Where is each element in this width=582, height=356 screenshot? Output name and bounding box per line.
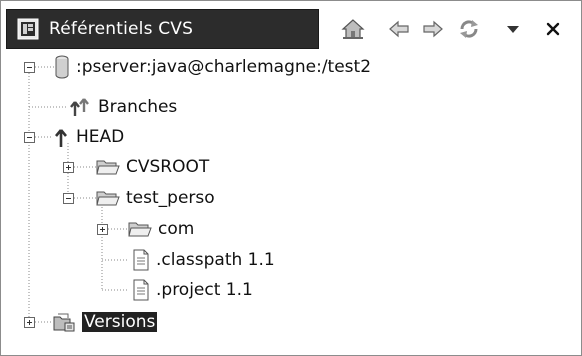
tree-item-head[interactable]: HEAD xyxy=(52,122,124,152)
classpath-label: .classpath 1.1 xyxy=(156,250,275,270)
close-icon xyxy=(546,22,560,36)
versions-icon xyxy=(53,313,75,332)
tree-item-classpath[interactable]: .classpath 1.1 xyxy=(132,245,275,275)
tree-item-com[interactable]: com xyxy=(128,214,194,244)
view-tab[interactable]: Référentiels CVS xyxy=(6,9,319,49)
head-label: HEAD xyxy=(76,127,125,147)
tree-item-test-perso[interactable]: test_perso xyxy=(96,183,215,213)
forward-arrow-icon xyxy=(423,20,443,38)
tree-item-project[interactable]: .project 1.1 xyxy=(132,275,253,305)
folder-icon xyxy=(96,160,120,175)
tree-item-repository[interactable]: :pserver:java@charlemagne:/test2 xyxy=(54,52,371,82)
expand-toggle-versions[interactable] xyxy=(24,317,35,328)
forward-button[interactable] xyxy=(418,15,448,43)
tree-item-versions[interactable]: Versions xyxy=(52,307,158,337)
file-icon xyxy=(133,279,149,301)
repository-icon xyxy=(55,55,69,79)
view-title-bar: Référentiels CVS xyxy=(2,2,580,53)
expand-toggle-cvsroot[interactable] xyxy=(63,162,74,173)
file-icon xyxy=(133,249,149,271)
view-menu-button[interactable] xyxy=(498,15,528,43)
home-icon xyxy=(341,19,365,39)
test-perso-label: test_perso xyxy=(126,188,215,208)
open-folder-icon xyxy=(96,191,120,206)
collapse-toggle-test-perso[interactable] xyxy=(63,193,74,204)
folder-icon xyxy=(128,222,152,237)
tree-item-branches[interactable]: Branches xyxy=(68,92,177,122)
cvs-repositories-view: Référentiels CVS:pserver:java@charlemag… xyxy=(0,0,582,356)
collapse-toggle-repository[interactable] xyxy=(24,62,35,73)
back-button[interactable] xyxy=(384,15,414,43)
home-button[interactable] xyxy=(338,15,368,43)
project-label: .project 1.1 xyxy=(156,280,253,300)
view-menu-icon xyxy=(507,26,519,33)
expand-toggle-com[interactable] xyxy=(97,224,108,235)
tree-item-cvsroot[interactable]: CVSROOT xyxy=(96,152,209,182)
collapse-toggle-head[interactable] xyxy=(24,132,35,143)
view-title: Référentiels CVS xyxy=(49,19,194,39)
refresh-button[interactable] xyxy=(454,15,484,43)
branches-icon xyxy=(70,98,89,116)
refresh-icon xyxy=(460,20,478,38)
versions-label: Versions xyxy=(82,312,158,332)
head-branch-icon xyxy=(55,129,67,147)
branches-label: Branches xyxy=(98,97,178,117)
com-label: com xyxy=(158,219,195,239)
back-arrow-icon xyxy=(389,20,409,38)
close-button[interactable] xyxy=(538,15,568,43)
repository-tree[interactable]: :pserver:java@charlemagne:/test2 Branche… xyxy=(2,55,580,354)
repository-label: :pserver:java@charlemagne:/test2 xyxy=(76,57,372,77)
cvsroot-label: CVSROOT xyxy=(126,157,210,177)
cvs-repository-view-icon xyxy=(17,18,39,40)
